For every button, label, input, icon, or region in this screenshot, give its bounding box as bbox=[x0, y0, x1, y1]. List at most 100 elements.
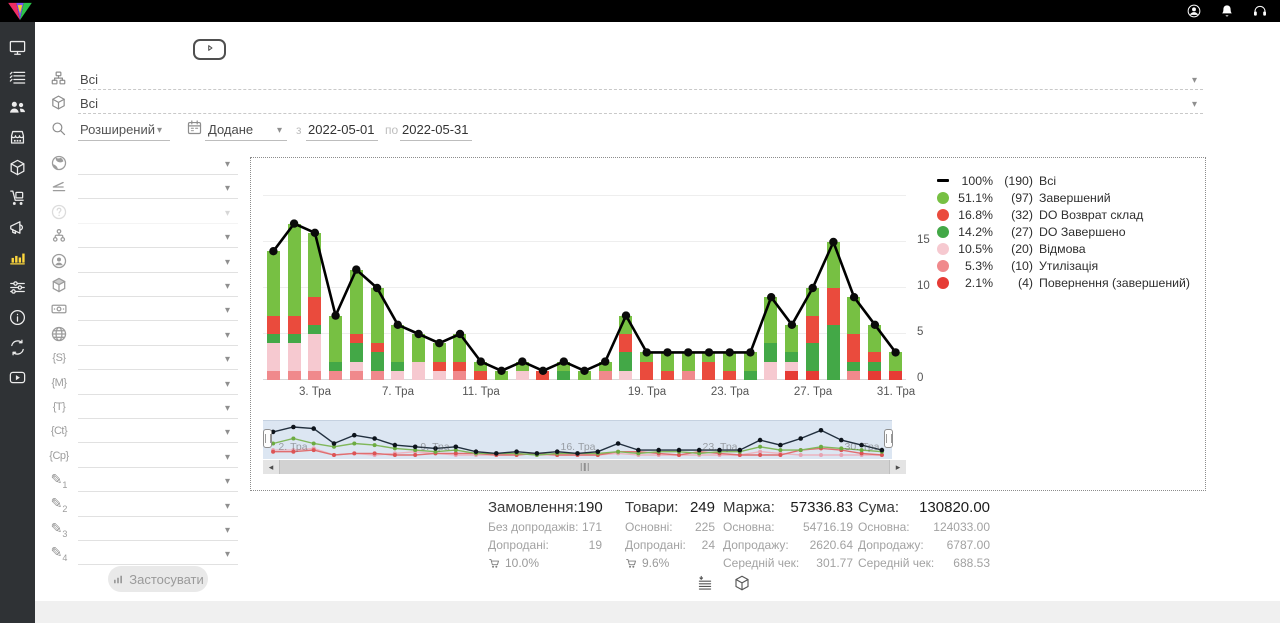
sidebar-item-info[interactable] bbox=[0, 305, 35, 335]
bell-icon[interactable] bbox=[1219, 3, 1235, 19]
legend-item[interactable]: 14.2% (27) DO Завершено bbox=[937, 223, 1190, 240]
filter-select-3[interactable]: ▾ bbox=[78, 225, 238, 248]
megaphone-icon bbox=[8, 218, 27, 242]
search-mode-value: Розширений bbox=[80, 122, 155, 137]
caret-down-icon: ▾ bbox=[225, 355, 230, 365]
nav-tick-2: 2. Тра bbox=[271, 441, 315, 453]
filter-select-11[interactable]: ▾ bbox=[78, 420, 238, 443]
stat-sub-label: Основна: bbox=[858, 520, 910, 534]
filter-select-16[interactable]: ▾ bbox=[78, 542, 238, 565]
sidebar-item-megaphone[interactable] bbox=[0, 215, 35, 245]
stat-sub-label: Допродані: bbox=[625, 538, 686, 552]
filter-select-15[interactable]: ▾ bbox=[78, 518, 238, 541]
stat-sub-label: Допродані: bbox=[488, 538, 549, 552]
date-from-value: 2022-05-01 bbox=[308, 122, 375, 137]
stat-sub-label: Основні: bbox=[625, 520, 673, 534]
stat-sub-value: 124033.00 bbox=[933, 520, 990, 534]
legend-item[interactable]: 10.5% (20) Відмова bbox=[937, 240, 1190, 257]
list-arrow-view-icon[interactable] bbox=[696, 574, 714, 592]
question-circle-icon bbox=[50, 203, 68, 221]
globe-solid-icon bbox=[50, 154, 68, 172]
nav-tick-9: 9. Тра bbox=[413, 441, 457, 453]
nav-tick-16: 16. Тра bbox=[556, 441, 600, 453]
caret-down-icon: ▾ bbox=[225, 282, 230, 292]
stat-sub-value: 54716.19 bbox=[803, 520, 853, 534]
chart-scrollbar[interactable]: ◂ ▸ bbox=[263, 460, 906, 474]
date-field-value: Додане bbox=[208, 122, 253, 137]
scroll-left-button[interactable]: ◂ bbox=[263, 460, 280, 474]
caret-down-icon: ▾ bbox=[1192, 100, 1197, 110]
filter-row-pencil2: ✎2 ▾ bbox=[46, 494, 240, 518]
sliders-icon bbox=[8, 278, 27, 302]
sidebar-item-monitor[interactable] bbox=[0, 35, 35, 65]
stat-value: 57336.83 bbox=[790, 499, 853, 516]
sidebar-item-video[interactable] bbox=[0, 365, 35, 395]
sidebar-item-package[interactable] bbox=[0, 155, 35, 185]
user-icon[interactable] bbox=[1186, 3, 1202, 19]
navigator-right-handle[interactable] bbox=[884, 429, 893, 448]
filter-select-0[interactable]: ▾ bbox=[78, 152, 238, 175]
legend-percent: 14.2% bbox=[949, 225, 993, 239]
product-filter-value: Всі bbox=[80, 96, 98, 111]
sidebar-item-sliders[interactable] bbox=[0, 275, 35, 305]
filter-select-14[interactable]: ▾ bbox=[78, 494, 238, 517]
filter-row-angle-lines: ▾ bbox=[46, 176, 240, 200]
filter-select-8[interactable]: ▾ bbox=[78, 347, 238, 370]
stat-value: 249 bbox=[690, 499, 715, 516]
navigator-left-handle[interactable] bbox=[263, 429, 272, 448]
filter-select-9[interactable]: ▾ bbox=[78, 372, 238, 395]
legend-item[interactable]: 51.1% (97) Завершений bbox=[937, 189, 1190, 206]
info-icon bbox=[8, 308, 27, 332]
headset-icon[interactable] bbox=[1252, 3, 1268, 19]
cart-icon bbox=[8, 188, 27, 212]
filter-select-5[interactable]: ▾ bbox=[78, 274, 238, 297]
app-logo[interactable] bbox=[5, 1, 35, 26]
filter-select-10[interactable]: ▾ bbox=[78, 396, 238, 419]
filter-select-13[interactable]: ▾ bbox=[78, 469, 238, 492]
sidebar-item-users[interactable] bbox=[0, 95, 35, 125]
filter-select-6[interactable]: ▾ bbox=[78, 298, 238, 321]
apply-button[interactable]: Застосувати bbox=[108, 566, 208, 592]
product-filter-field[interactable] bbox=[78, 113, 1203, 114]
sidebar-item-sync[interactable] bbox=[0, 335, 35, 365]
filter-select-1[interactable]: ▾ bbox=[78, 176, 238, 199]
legend-item[interactable]: 100% (190) Всі bbox=[937, 172, 1190, 189]
legend-label: DO Завершено bbox=[1039, 225, 1126, 239]
x-tick-11: 11. Тра bbox=[455, 386, 507, 398]
filter-select-7[interactable]: ▾ bbox=[78, 323, 238, 346]
sidebar-item-list[interactable] bbox=[0, 65, 35, 95]
date-to-field[interactable] bbox=[400, 140, 472, 141]
sidebar-item-cart[interactable] bbox=[0, 185, 35, 215]
chart-navigator[interactable]: 2. Тра9. Тра16. Тра23. Тра30. Тра bbox=[263, 420, 892, 459]
filter-select-2[interactable]: ▾ bbox=[78, 201, 238, 224]
legend-count: (97) bbox=[993, 191, 1033, 205]
package-view-icon[interactable] bbox=[733, 574, 751, 592]
sidebar-item-chart[interactable] bbox=[0, 245, 35, 275]
date-field-select[interactable] bbox=[205, 140, 287, 141]
video-tutorial-button[interactable] bbox=[193, 39, 226, 60]
search-mode-field[interactable] bbox=[78, 140, 170, 141]
date-from-field[interactable] bbox=[306, 140, 378, 141]
cart-icon bbox=[488, 557, 501, 570]
stat-sub-value: 24 bbox=[702, 538, 715, 552]
legend-item[interactable]: 2.1% (4) Повернення (завершений) bbox=[937, 274, 1190, 291]
legend-marker-icon bbox=[937, 226, 949, 238]
filter-select-12[interactable]: ▾ bbox=[78, 445, 238, 468]
group-filter-field[interactable] bbox=[78, 89, 1203, 90]
bottom-view-toggles bbox=[696, 574, 751, 592]
scrollbar-grip[interactable] bbox=[580, 463, 589, 471]
legend-item[interactable]: 5.3% (10) Утилізація bbox=[937, 257, 1190, 274]
filter-row-question-circle: ▾ bbox=[46, 201, 240, 225]
scroll-right-button[interactable]: ▸ bbox=[889, 460, 906, 474]
legend-item[interactable]: 16.8% (32) DO Возврат склад bbox=[937, 206, 1190, 223]
legend-count: (4) bbox=[993, 276, 1033, 290]
x-tick-27: 27. Тра bbox=[787, 386, 839, 398]
filter-select-4[interactable]: ▾ bbox=[78, 250, 238, 273]
date-from-label: з bbox=[296, 123, 302, 137]
stat-sub-value: 225 bbox=[695, 520, 715, 534]
legend-label: Завершений bbox=[1039, 191, 1111, 205]
sidebar-item-store[interactable] bbox=[0, 125, 35, 155]
orders-chart-plot bbox=[263, 171, 906, 380]
calendar-icon bbox=[186, 119, 203, 141]
tag-m-icon: {M} bbox=[51, 377, 66, 389]
